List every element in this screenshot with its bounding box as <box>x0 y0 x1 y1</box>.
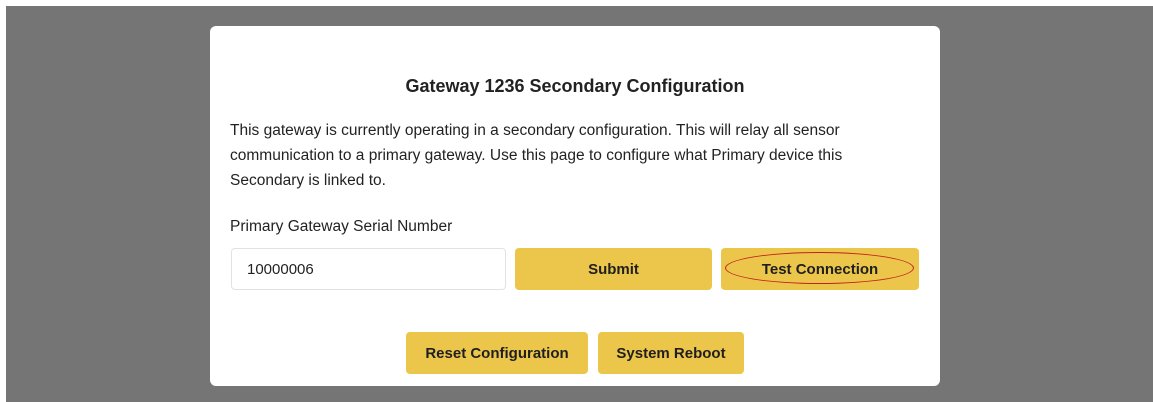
modal-title: Gateway 1236 Secondary Configuration <box>405 76 745 96</box>
system-reboot-button[interactable]: System Reboot <box>598 332 744 374</box>
serial-number-input[interactable] <box>231 248 506 290</box>
reset-configuration-button[interactable]: Reset Configuration <box>406 332 588 374</box>
serial-number-label: Primary Gateway Serial Number <box>230 218 453 235</box>
configuration-modal: Gateway 1236 Secondary Configuration Thi… <box>210 26 940 386</box>
test-connection-button[interactable]: Test Connection <box>721 248 919 290</box>
description-text: This gateway is currently operating in a… <box>230 122 843 189</box>
submit-button[interactable]: Submit <box>515 248 712 290</box>
